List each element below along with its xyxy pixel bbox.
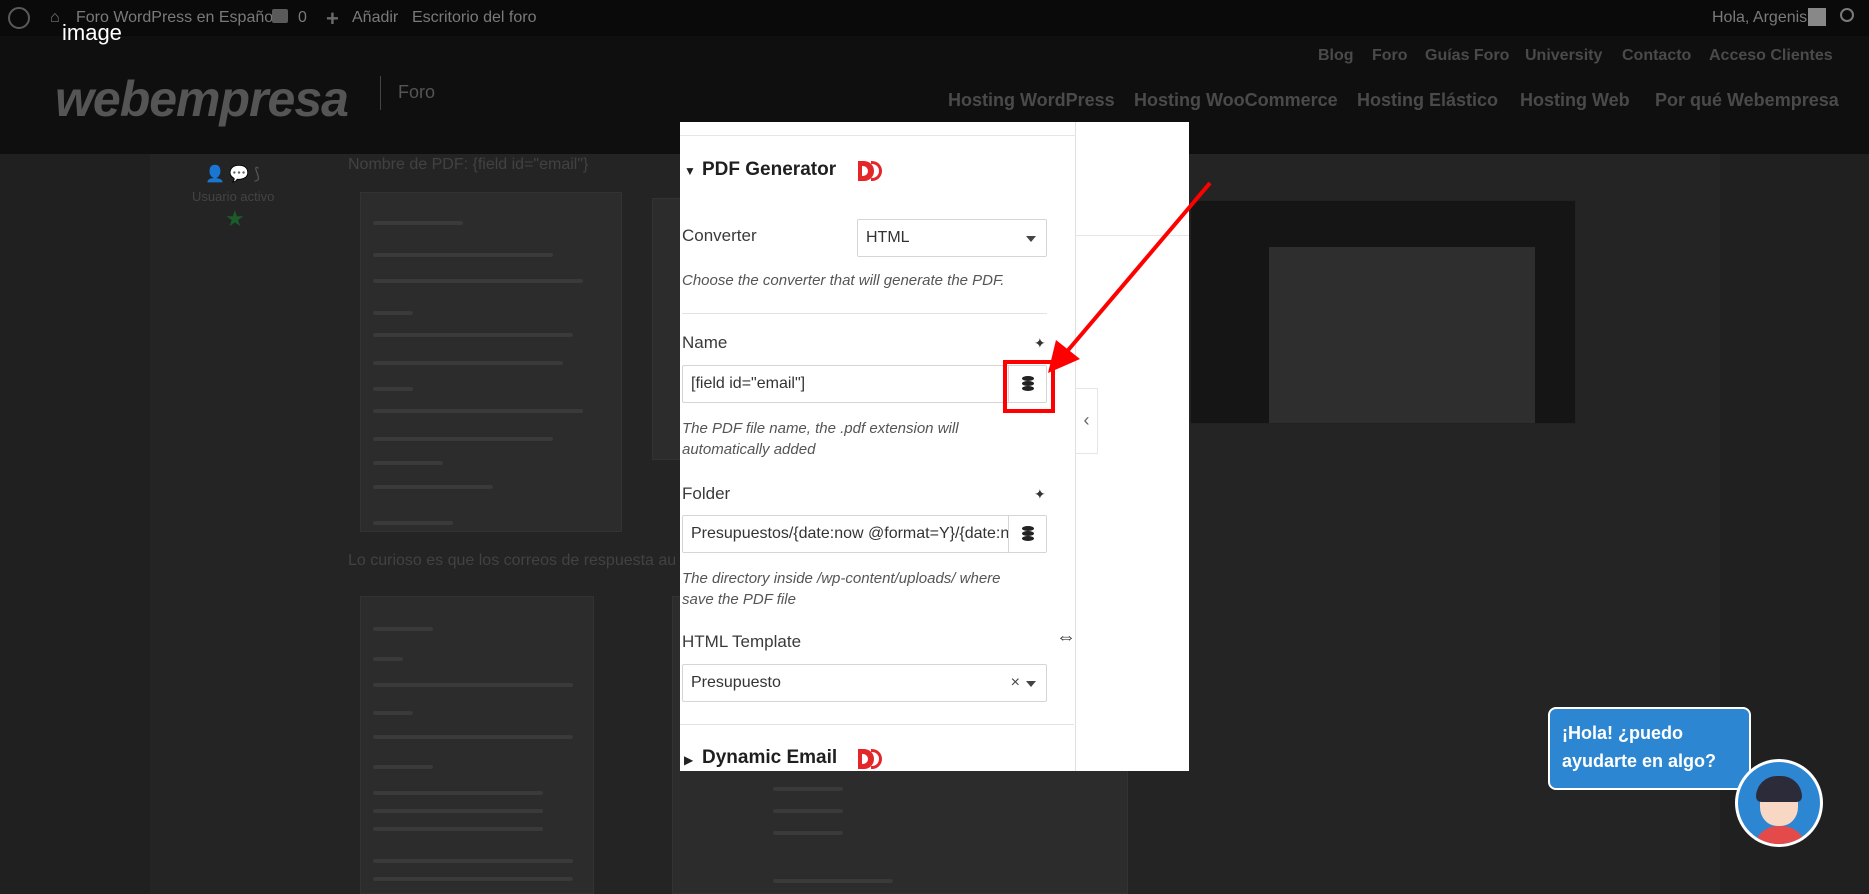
collapse-panel-button[interactable]: ‹ — [1076, 388, 1098, 454]
name-label: Name — [682, 333, 728, 352]
user-avatar[interactable] — [1808, 8, 1826, 26]
add-new-link[interactable]: Añadir — [352, 9, 398, 27]
folder-value: Presupuestos/{date:now @format=Y}/{date:… — [691, 525, 1030, 542]
post-image-email-thumbnail[interactable] — [360, 596, 594, 894]
dynamic-d-logo-icon — [858, 749, 882, 769]
nav-link-acceso-clientes[interactable]: Acceso Clientes — [1709, 47, 1833, 65]
dynamic-email-title[interactable]: Dynamic Email — [702, 747, 837, 769]
nav-hosting-web[interactable]: Hosting Web — [1520, 90, 1630, 111]
post-text-pdf-name: Nombre de PDF: {field id="email"} — [348, 156, 589, 173]
chevron-down-icon — [1026, 236, 1036, 242]
folder-input[interactable]: Presupuestos/{date:now @format=Y}/{date:… — [682, 515, 1047, 553]
converter-value: HTML — [866, 229, 910, 246]
pdf-name-value: [field id="email"] — [691, 375, 806, 392]
ai-sparkle-icon[interactable]: ✦ — [1034, 486, 1046, 503]
nav-hosting-wordpress[interactable]: Hosting WordPress — [948, 90, 1115, 111]
wp-admin-bar: ⌂ Foro WordPress en Español 0 + Añadir E… — [0, 0, 1869, 36]
user-status: Usuario activo — [192, 189, 275, 204]
name-hint: The PDF file name, the .pdf extension wi… — [682, 420, 959, 458]
html-template-label: HTML Template — [682, 632, 802, 651]
resize-cursor-icon: ⇔ — [1056, 626, 1076, 648]
converter-select[interactable]: HTML — [857, 219, 1047, 257]
nav-link-contacto[interactable]: Contacto — [1622, 47, 1691, 65]
comments-icon[interactable] — [272, 9, 288, 23]
annotation-arrow-icon — [1048, 181, 1212, 373]
caret-right-icon[interactable]: ▶ — [684, 753, 693, 767]
nav-hosting-woocommerce[interactable]: Hosting WooCommerce — [1134, 90, 1338, 111]
wordpress-logo-icon[interactable] — [8, 7, 30, 29]
post-image-thumbnail[interactable] — [360, 192, 622, 532]
nav-link-foro[interactable]: Foro — [1372, 47, 1408, 65]
nav-link-university[interactable]: University — [1525, 47, 1602, 65]
nav-link-blog[interactable]: Blog — [1318, 47, 1354, 65]
nav-link-guias-foro[interactable]: Guías Foro — [1425, 47, 1509, 65]
admin-bar-home-icon[interactable]: ⌂ — [50, 9, 60, 27]
section-divider — [680, 724, 1074, 725]
pdf-generator-title[interactable]: PDF Generator — [702, 159, 836, 181]
comments-count[interactable]: 0 — [298, 9, 307, 27]
pdf-name-input[interactable]: [field id="email"] — [682, 365, 1047, 403]
plus-icon[interactable]: + — [326, 6, 339, 32]
html-template-select[interactable]: Presupuesto × — [682, 664, 1047, 702]
chevron-down-icon — [1026, 681, 1036, 687]
search-icon[interactable] — [1840, 8, 1854, 22]
clear-selection-icon[interactable]: × — [1011, 665, 1020, 701]
panel-divider — [680, 135, 1076, 136]
post-image-pdf-preview[interactable] — [1190, 200, 1576, 424]
star-icon: ★ — [225, 206, 245, 231]
folder-hint: The directory inside /wp-content/uploads… — [682, 570, 1001, 608]
chat-assistant-avatar[interactable] — [1735, 759, 1823, 847]
html-template-value: Presupuesto — [691, 674, 781, 691]
dynamic-d-logo-icon — [858, 161, 882, 181]
post-image-fragment — [652, 198, 682, 460]
post-text-curious: Lo curioso es que los correos de respues… — [348, 552, 677, 569]
lightbox-title: image — [62, 20, 122, 45]
dashboard-link[interactable]: Escritorio del foro — [412, 9, 537, 27]
chat-greeting-bubble[interactable]: ¡Hola! ¿puedo ayudarte en algo? — [1548, 707, 1751, 790]
logo-separator — [380, 76, 381, 110]
caret-down-icon[interactable]: ▼ — [684, 164, 696, 178]
user-profile-icons: 👤 💬 ⟆ — [205, 166, 260, 183]
database-icon — [1022, 526, 1034, 541]
pdf-document-preview — [1269, 247, 1535, 423]
user-greeting[interactable]: Hola, Argenis — [1712, 9, 1807, 27]
logo-section-label: Foro — [398, 82, 436, 102]
nav-por-que-webempresa[interactable]: Por qué Webempresa — [1655, 90, 1839, 111]
dynamic-tags-button[interactable] — [1008, 516, 1046, 552]
section-divider — [682, 313, 1047, 314]
converter-hint: Choose the converter that will generate … — [682, 272, 1005, 289]
converter-label: Converter — [682, 226, 757, 245]
site-logo[interactable]: webempresa — [55, 70, 349, 128]
nav-hosting-elastico[interactable]: Hosting Elástico — [1357, 90, 1498, 111]
folder-label: Folder — [682, 484, 731, 503]
